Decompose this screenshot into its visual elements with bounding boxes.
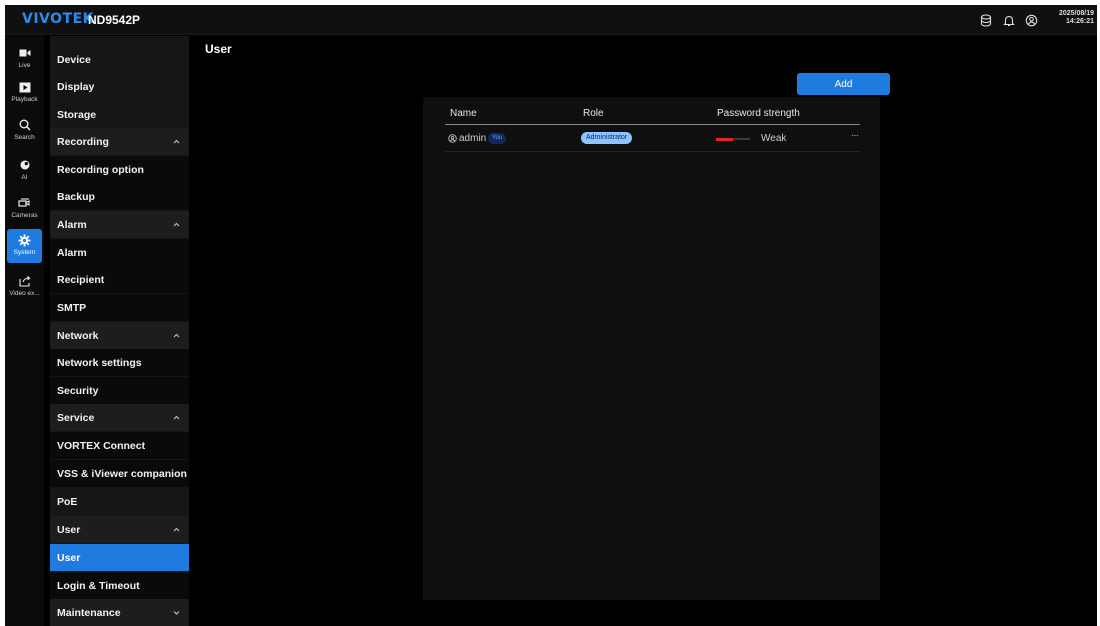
menu-item-recording-option[interactable]: Recording option bbox=[50, 156, 189, 183]
menu-label: Alarm bbox=[57, 246, 87, 259]
rail-label: System bbox=[13, 249, 36, 256]
icon-rail: Live Playback Search AI Cameras System V… bbox=[5, 36, 44, 626]
menu-label: User bbox=[57, 523, 81, 536]
menu-label: Backup bbox=[57, 190, 95, 203]
menu-item-backup[interactable]: Backup bbox=[50, 183, 189, 210]
menu-item-smtp[interactable]: SMTP bbox=[50, 294, 189, 321]
role-badge: Administrator bbox=[581, 132, 633, 144]
menu-label: Maintenance bbox=[57, 606, 121, 619]
storage-icon[interactable] bbox=[978, 12, 994, 28]
rail-item-live[interactable]: Live bbox=[7, 42, 42, 76]
password-strength-fill bbox=[716, 137, 733, 141]
chevron-up-icon bbox=[173, 415, 180, 420]
menu-label: Storage bbox=[57, 108, 97, 121]
rail-item-search[interactable]: Search bbox=[7, 114, 42, 148]
top-bar: VIVOTEK ND9542P 2025/08/19 14:26:21 bbox=[5, 5, 1097, 35]
bell-icon[interactable] bbox=[1001, 12, 1017, 28]
user-name: admin bbox=[459, 133, 487, 144]
menu-label: Network bbox=[57, 329, 99, 342]
chevron-up-icon bbox=[173, 139, 180, 144]
menu-label: Device bbox=[57, 53, 91, 66]
you-badge: You bbox=[488, 133, 507, 144]
rail-item-video-export[interactable]: Video ex... bbox=[7, 270, 42, 304]
menu-label: Display bbox=[57, 80, 95, 93]
date-text: 2025/08/19 bbox=[1058, 10, 1094, 17]
menu-label: Recording bbox=[57, 135, 109, 148]
more-options-icon[interactable]: ··· bbox=[851, 130, 859, 141]
rail-label: Playback bbox=[11, 96, 38, 103]
menu-section-service[interactable]: Service bbox=[50, 404, 189, 431]
menu-label: VSS & iViewer companion bbox=[57, 467, 187, 480]
column-header-password-strength[interactable]: Password strength bbox=[717, 108, 800, 119]
playback-icon bbox=[7, 79, 42, 95]
rail-label: Live bbox=[18, 62, 31, 69]
menu-label: User bbox=[57, 551, 81, 564]
menu-label: Service bbox=[57, 411, 95, 424]
settings-menu: Device Display Storage Recording Recordi… bbox=[50, 36, 189, 626]
header-divider bbox=[445, 124, 860, 125]
chevron-up-icon bbox=[173, 333, 180, 338]
menu-section-maintenance[interactable]: Maintenance bbox=[50, 599, 189, 626]
page-title: User bbox=[205, 42, 232, 56]
rail-label: Video ex... bbox=[9, 290, 40, 297]
menu-item-device[interactable]: Device bbox=[50, 46, 189, 73]
user-icon bbox=[448, 134, 457, 146]
menu-item-user[interactable]: User bbox=[50, 544, 189, 571]
menu-section-network[interactable]: Network bbox=[50, 322, 189, 349]
column-header-role[interactable]: Role bbox=[583, 108, 604, 119]
chevron-up-icon bbox=[173, 222, 180, 227]
rail-item-cameras[interactable]: Cameras bbox=[7, 192, 42, 226]
table-row[interactable]: admin You Administrator Weak ··· bbox=[445, 126, 860, 152]
chevron-down-icon bbox=[173, 611, 180, 615]
rail-label: AI bbox=[21, 174, 28, 181]
password-strength-bar bbox=[716, 137, 750, 141]
add-user-button[interactable]: Add bbox=[797, 73, 890, 95]
menu-label: Recording option bbox=[57, 163, 144, 176]
column-header-name[interactable]: Name bbox=[450, 108, 477, 119]
vivotek-logo: VIVOTEK bbox=[22, 11, 94, 27]
menu-item-security[interactable]: Security bbox=[50, 377, 189, 404]
menu-label: PoE bbox=[57, 495, 78, 508]
menu-label: SMTP bbox=[57, 301, 87, 314]
menu-label: Login & Timeout bbox=[57, 579, 140, 592]
time-text: 14:26:21 bbox=[1065, 18, 1094, 25]
menu-item-poe[interactable]: PoE bbox=[50, 488, 189, 515]
rail-label: Cameras bbox=[11, 212, 38, 219]
menu-label: Security bbox=[57, 384, 99, 397]
menu-item-network-settings[interactable]: Network settings bbox=[50, 349, 189, 376]
rail-item-playback[interactable]: Playback bbox=[7, 76, 42, 110]
menu-label: Recipient bbox=[57, 273, 105, 286]
cameras-icon bbox=[7, 195, 42, 211]
menu-section-alarm[interactable]: Alarm bbox=[50, 211, 189, 238]
password-strength-text: Weak bbox=[761, 133, 787, 144]
menu-section-recording[interactable]: Recording bbox=[50, 128, 189, 155]
gear-icon bbox=[7, 232, 42, 248]
menu-item-vss-iviewer[interactable]: VSS & iViewer companion bbox=[50, 460, 189, 487]
menu-label: Alarm bbox=[57, 218, 87, 231]
menu-label: VORTEX Connect bbox=[57, 439, 146, 452]
rail-label: Search bbox=[14, 134, 35, 141]
search-icon bbox=[7, 117, 42, 133]
menu-section-user[interactable]: User bbox=[50, 516, 189, 543]
menu-item-alarm[interactable]: Alarm bbox=[50, 239, 189, 266]
chevron-up-icon bbox=[173, 527, 180, 532]
app-window: VIVOTEK ND9542P 2025/08/19 14:26:21 Live… bbox=[5, 5, 1097, 626]
menu-item-recipient[interactable]: Recipient bbox=[50, 266, 189, 293]
datetime: 2025/08/19 14:26:21 bbox=[1059, 10, 1094, 26]
menu-label: Network settings bbox=[57, 356, 142, 369]
account-icon[interactable] bbox=[1023, 12, 1039, 28]
menu-item-login-timeout[interactable]: Login & Timeout bbox=[50, 572, 189, 599]
export-icon bbox=[7, 273, 42, 289]
menu-item-storage[interactable]: Storage bbox=[50, 101, 189, 128]
user-table-panel: Name Role Password strength admin You Ad… bbox=[423, 97, 880, 600]
ai-icon bbox=[7, 157, 42, 173]
rail-item-ai[interactable]: AI bbox=[7, 154, 42, 188]
menu-item-display[interactable]: Display bbox=[50, 73, 189, 100]
rail-item-system[interactable]: System bbox=[7, 229, 42, 263]
menu-item-vortex-connect[interactable]: VORTEX Connect bbox=[50, 432, 189, 459]
video-camera-icon bbox=[7, 45, 42, 61]
device-model: ND9542P bbox=[88, 13, 141, 27]
